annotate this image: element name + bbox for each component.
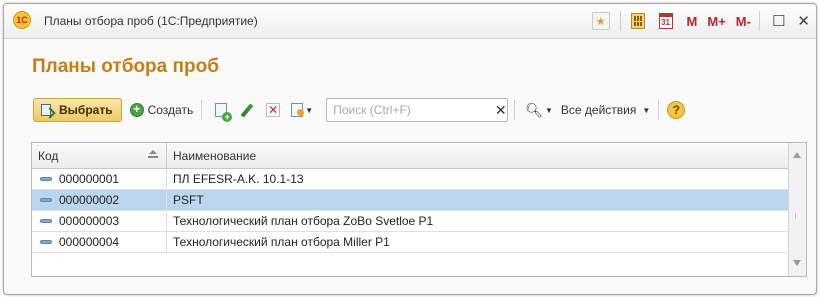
item-icon <box>40 198 52 202</box>
calendar-icon: 31 <box>658 13 673 29</box>
toolbar-divider <box>658 100 660 120</box>
plans-table: Код Наименование 000000001 ПЛ EFESR-A.K.… <box>31 142 807 277</box>
table-header: Код Наименование <box>32 143 806 169</box>
find-button[interactable]: 🔍︎ ▼ <box>525 102 553 119</box>
table-row[interactable]: 000000002 PSFT <box>32 190 788 211</box>
command-bar: Выбрать + Создать ✕ ▼ ✕ 🔍︎▼ Все действия… <box>33 96 686 124</box>
vertical-scrollbar[interactable] <box>788 143 806 276</box>
scroll-grip <box>795 213 800 219</box>
maximize-icon[interactable]: ☐ <box>772 12 785 30</box>
sort-ascending-icon <box>148 150 158 159</box>
copy-icon <box>215 103 233 122</box>
chevron-down-icon: ▼ <box>642 105 651 115</box>
memory-m-button[interactable]: M <box>687 14 698 29</box>
select-icon <box>40 103 54 117</box>
chevron-down-icon: ▼ <box>544 105 553 115</box>
title-bar-tools: ★ 31 M M+ M- ☐ ✕ <box>584 9 810 33</box>
item-icon <box>40 177 52 181</box>
app-window: 1С Планы отбора проб (1С:Предприятие) ★ … <box>3 3 817 295</box>
title-divider <box>758 11 760 31</box>
cell-code: 000000003 <box>32 211 167 231</box>
calculator-icon <box>630 13 645 29</box>
window-title: Планы отбора проб (1С:Предприятие) <box>44 14 258 28</box>
cell-code-text: 000000002 <box>59 193 120 207</box>
table-body: 000000001 ПЛ EFESR-A.K. 10.1-13 00000000… <box>32 169 788 253</box>
cell-code: 000000002 <box>32 190 167 210</box>
table-row[interactable]: 000000004 Технологический план отбора Mi… <box>32 232 788 253</box>
chevron-down-icon: ▼ <box>305 105 314 115</box>
column-header-name-label: Наименование <box>173 148 257 163</box>
create-button-label: Создать <box>147 103 194 117</box>
table-row[interactable]: 000000001 ПЛ EFESR-A.K. 10.1-13 <box>32 169 788 190</box>
cell-name: Технологический план отбора Miller P1 <box>173 235 390 249</box>
page-title: Планы отбора проб <box>32 56 219 77</box>
move-icon <box>291 103 305 117</box>
memory-minus-button[interactable]: M- <box>736 14 751 29</box>
column-header-code-label: Код <box>38 148 59 163</box>
clear-search-icon[interactable]: ✕ <box>494 100 507 120</box>
all-actions-label: Все действия <box>560 103 637 117</box>
column-header-name[interactable]: Наименование <box>167 143 806 168</box>
column-header-code[interactable]: Код <box>32 143 167 168</box>
calculator-button[interactable] <box>627 10 649 32</box>
star-icon: ★ <box>591 12 610 30</box>
scroll-up-icon[interactable] <box>793 152 801 158</box>
memory-plus-button[interactable]: M+ <box>707 14 725 29</box>
cell-code: 000000001 <box>32 169 167 189</box>
pencil-icon <box>240 102 254 118</box>
move-to-group-button[interactable]: ▼ <box>288 99 316 121</box>
scroll-down-icon[interactable] <box>793 260 801 266</box>
plus-icon: + <box>129 103 144 117</box>
all-actions-menu[interactable]: Все действия ▼ <box>561 103 650 117</box>
search-field: ✕ <box>326 98 509 122</box>
cell-code: 000000004 <box>32 232 167 252</box>
create-button[interactable]: + Создать <box>129 98 194 122</box>
toolbar-divider <box>201 100 203 120</box>
item-icon <box>40 240 52 244</box>
cell-code-text: 000000001 <box>59 172 120 186</box>
toolbar-divider <box>514 100 516 120</box>
title-divider <box>619 11 621 31</box>
cell-name: Технологический план отбора ZoBo Svetloe… <box>173 214 434 228</box>
copy-button[interactable] <box>210 99 233 122</box>
delete-mark-button[interactable]: ✕ <box>262 99 284 121</box>
cell-code-text: 000000004 <box>59 235 120 249</box>
delete-icon: ✕ <box>266 103 281 117</box>
item-icon <box>40 219 52 223</box>
close-icon[interactable]: ✕ <box>797 12 810 30</box>
search-icon: 🔍︎ <box>525 101 543 118</box>
table-row[interactable]: 000000003 Технологический план отбора Zo… <box>32 211 788 232</box>
edit-button[interactable] <box>236 99 258 121</box>
select-button[interactable]: Выбрать <box>33 98 122 122</box>
cell-name: ПЛ EFESR-A.K. 10.1-13 <box>173 172 304 186</box>
favorite-button[interactable]: ★ <box>590 10 612 32</box>
1c-logo-icon[interactable]: 1С <box>13 11 31 29</box>
search-input[interactable] <box>327 100 495 120</box>
help-icon[interactable]: ? <box>667 101 686 119</box>
select-button-label: Выбрать <box>59 103 113 117</box>
cell-code-text: 000000003 <box>59 214 120 228</box>
calendar-button[interactable]: 31 <box>655 10 677 32</box>
cell-name: PSFT <box>173 193 204 207</box>
title-bar: 1С Планы отбора проб (1С:Предприятие) ★ … <box>4 4 816 39</box>
